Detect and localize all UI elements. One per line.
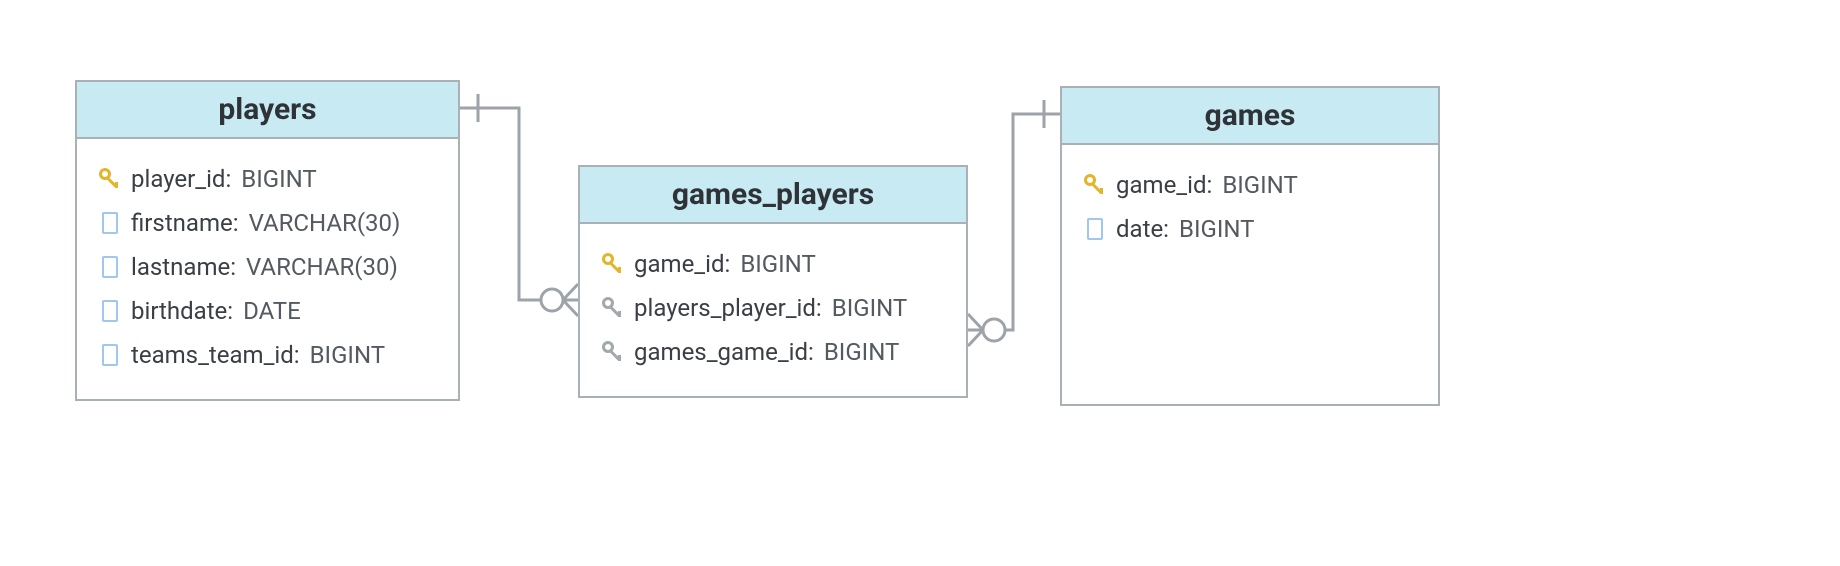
column-icon — [1087, 218, 1103, 240]
column-type: BIGINT — [740, 250, 815, 278]
column: teams_team_id: BIGINT — [99, 333, 436, 377]
entity-players: players player_id: BIGINT firstname: VAR… — [75, 80, 460, 401]
entity-columns: game_id: BIGINT date: BIGINT — [1062, 145, 1438, 273]
column-type: BIGINT — [824, 338, 899, 366]
column-type: BIGINT — [1222, 171, 1297, 199]
column-type: VARCHAR(30) — [249, 209, 401, 237]
column: games_game_id: BIGINT — [602, 330, 944, 374]
column-name: game_id: — [634, 250, 730, 278]
entity-games-players: games_players game_id: BIGINT players_pl… — [578, 165, 968, 398]
column-name: teams_team_id: — [131, 341, 300, 369]
entity-columns: player_id: BIGINT firstname: VARCHAR(30)… — [77, 139, 458, 399]
column: players_player_id: BIGINT — [602, 286, 944, 330]
entity-games: games game_id: BIGINT date: BIGINT — [1060, 86, 1440, 406]
entity-columns: game_id: BIGINT players_player_id: BIGIN… — [580, 224, 966, 396]
column-name: birthdate: — [131, 297, 233, 325]
entity-title: games_players — [580, 167, 966, 224]
column-icon — [102, 344, 118, 366]
primary-key-icon — [1084, 174, 1106, 196]
column: game_id: BIGINT — [602, 242, 944, 286]
primary-key-icon — [99, 168, 121, 190]
column: firstname: VARCHAR(30) — [99, 201, 436, 245]
column-name: games_game_id: — [634, 338, 814, 366]
column-name: date: — [1116, 215, 1169, 243]
primary-key-icon — [602, 253, 624, 275]
column: game_id: BIGINT — [1084, 163, 1416, 207]
column-name: players_player_id: — [634, 294, 822, 322]
column-icon — [102, 300, 118, 322]
column-type: VARCHAR(30) — [246, 253, 398, 281]
foreign-key-icon — [602, 341, 624, 363]
column-icon — [102, 212, 118, 234]
column-type: BIGINT — [310, 341, 385, 369]
column-name: player_id: — [131, 165, 231, 193]
column: player_id: BIGINT — [99, 157, 436, 201]
column-name: lastname: — [131, 253, 236, 281]
column-name: game_id: — [1116, 171, 1212, 199]
column-icon — [102, 256, 118, 278]
column: lastname: VARCHAR(30) — [99, 245, 436, 289]
er-diagram-canvas: players player_id: BIGINT firstname: VAR… — [0, 0, 1840, 566]
entity-title: games — [1062, 88, 1438, 145]
column-type: BIGINT — [1179, 215, 1254, 243]
column-name: firstname: — [131, 209, 239, 237]
entity-title: players — [77, 82, 458, 139]
foreign-key-icon — [602, 297, 624, 319]
column: birthdate: DATE — [99, 289, 436, 333]
column-type: BIGINT — [241, 165, 316, 193]
column: date: BIGINT — [1084, 207, 1416, 251]
column-type: DATE — [243, 297, 301, 325]
column-type: BIGINT — [832, 294, 907, 322]
